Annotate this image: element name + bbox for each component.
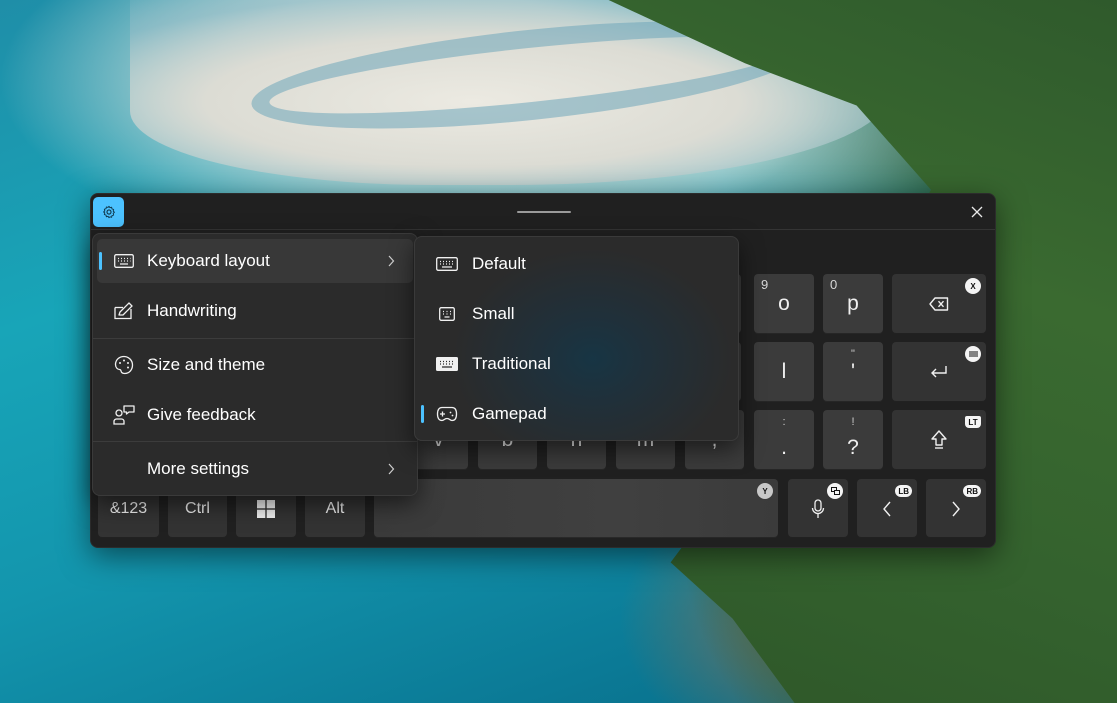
key-enter[interactable] <box>892 342 986 402</box>
gamepad-x-badge: X <box>965 278 981 294</box>
pen-icon <box>114 302 133 320</box>
gamepad-lt-badge: LT <box>965 416 981 428</box>
layout-option-gamepad[interactable]: Gamepad <box>419 392 734 436</box>
drag-handle[interactable] <box>517 211 571 213</box>
feedback-icon <box>113 405 135 425</box>
key-question[interactable]: ! ? <box>823 410 883 470</box>
key-l[interactable]: l <box>754 342 814 402</box>
keyboard-title-bar[interactable] <box>91 194 995 230</box>
layout-option-default[interactable]: Default <box>419 242 734 286</box>
windows-icon <box>257 499 275 518</box>
traditional-keyboard-icon <box>436 357 458 371</box>
menu-item-keyboard-layout[interactable]: Keyboard layout <box>97 239 413 283</box>
microphone-icon <box>811 498 825 518</box>
chevron-left-icon <box>883 501 891 516</box>
key-apostrophe[interactable]: " ' <box>823 342 883 402</box>
gear-icon <box>102 205 115 219</box>
keyboard-layout-submenu: Default Small Traditional Gamepad <box>414 236 739 441</box>
menu-icon <box>968 351 978 357</box>
key-backspace[interactable]: X <box>892 274 986 334</box>
gamepad-menu-badge <box>965 346 981 362</box>
gamepad-icon <box>436 406 458 422</box>
small-keyboard-icon <box>439 307 455 321</box>
key-period[interactable]: : . <box>754 410 814 470</box>
menu-item-more-settings[interactable]: More settings <box>97 447 413 491</box>
key-microphone[interactable] <box>788 479 848 538</box>
settings-menu: Keyboard layout Handwriting Size and the… <box>92 233 418 496</box>
keyboard-icon <box>114 254 134 268</box>
gamepad-rb-badge: RB <box>963 485 981 497</box>
gamepad-view-badge <box>827 483 843 499</box>
menu-divider <box>93 338 417 339</box>
key-cursor-left[interactable]: LB <box>857 479 917 538</box>
enter-icon <box>931 366 947 378</box>
palette-icon <box>114 355 134 375</box>
active-indicator <box>99 252 102 270</box>
shift-icon <box>931 430 947 449</box>
key-shift[interactable]: LT <box>892 410 986 470</box>
gamepad-y-badge: Y <box>757 483 773 499</box>
chevron-right-icon <box>952 501 960 516</box>
close-button[interactable] <box>965 201 989 223</box>
menu-item-handwriting[interactable]: Handwriting <box>97 289 413 333</box>
settings-button[interactable] <box>93 197 124 227</box>
gamepad-lb-badge: LB <box>895 485 912 497</box>
layout-option-small[interactable]: Small <box>419 292 734 336</box>
close-icon <box>971 206 983 218</box>
keyboard-icon <box>436 257 458 271</box>
menu-item-give-feedback[interactable]: Give feedback <box>97 393 413 437</box>
key-cursor-right[interactable]: RB <box>926 479 986 538</box>
key-space[interactable]: Y <box>374 479 778 538</box>
menu-divider <box>93 441 417 442</box>
chevron-right-icon <box>388 463 395 475</box>
key-p[interactable]: 0 p <box>823 274 883 334</box>
selected-indicator <box>421 405 424 423</box>
backspace-icon <box>929 297 949 311</box>
menu-item-size-and-theme[interactable]: Size and theme <box>97 343 413 387</box>
key-o[interactable]: 9 o <box>754 274 814 334</box>
view-icon <box>830 487 840 495</box>
layout-option-traditional[interactable]: Traditional <box>419 342 734 386</box>
chevron-right-icon <box>388 255 395 267</box>
